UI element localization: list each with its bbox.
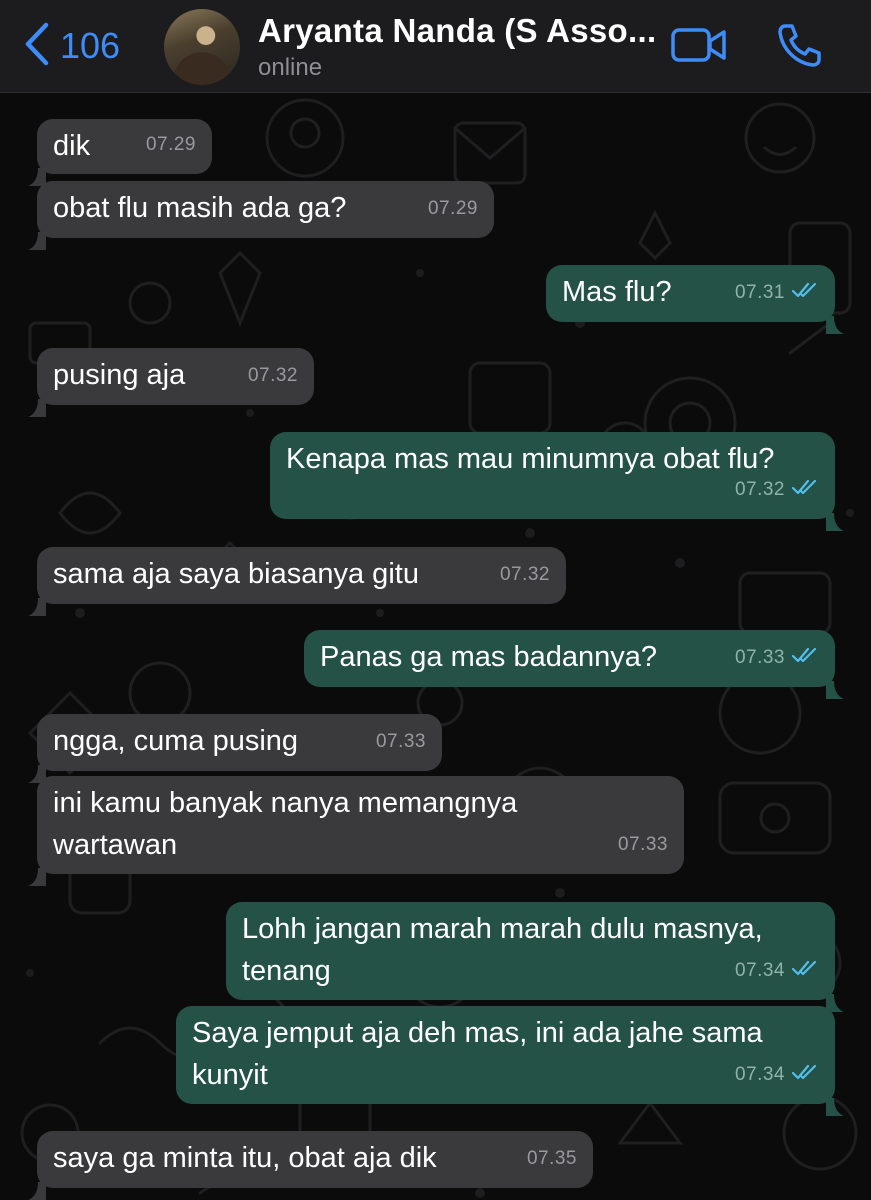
incoming-message[interactable]: sama aja saya biasanya gitu 07.32: [28, 547, 566, 616]
message-time: 07.32: [499, 564, 550, 585]
message-text: Saya jemput aja deh mas, ini ada jahe sa…: [192, 1017, 763, 1091]
double-check-icon: [791, 950, 819, 992]
video-call-button[interactable]: [670, 22, 728, 73]
outgoing-message[interactable]: Lohh jangan marah marah dulu masnya, ten…: [226, 902, 844, 1012]
double-check-icon: [791, 1054, 819, 1096]
bubble-tail: [826, 669, 844, 699]
phone-icon: [776, 24, 822, 72]
message-meta: 07.32: [248, 355, 298, 397]
bubble-tail: [28, 856, 46, 886]
message-time: 07.31: [734, 282, 785, 303]
bubble-tail: [28, 753, 46, 783]
double-check-icon: [791, 637, 819, 679]
back-button[interactable]: 106: [24, 20, 120, 72]
message-time: 07.32: [247, 365, 298, 386]
message-meta: 07.33: [376, 721, 426, 763]
incoming-message[interactable]: obat flu masih ada ga? 07.29: [28, 181, 494, 250]
message-meta: 07.34: [735, 950, 819, 992]
bubble-tail: [826, 304, 844, 334]
message-time: 07.29: [427, 198, 478, 219]
bubble-tail: [28, 1170, 46, 1200]
message-text: obat flu masih ada ga?: [53, 192, 347, 224]
unread-count: 106: [60, 25, 121, 66]
bubble-tail: [826, 982, 844, 1012]
chat-header: 106 Aryanta Nanda (S Asso... online: [0, 0, 871, 93]
message-meta: 07.31: [735, 272, 819, 314]
bubble-tail: [28, 586, 46, 616]
message-time: 07.34: [734, 960, 785, 981]
message-time: 07.32: [734, 479, 785, 500]
message-time: 07.29: [145, 134, 196, 155]
double-check-icon: [791, 469, 819, 511]
incoming-message[interactable]: pusing aja 07.32: [28, 348, 314, 417]
chat-area[interactable]: dik 07.29 obat flu masih ada ga? 07.29 Mas f…: [0, 93, 871, 1200]
contact-status: online: [258, 54, 323, 81]
incoming-message[interactable]: ini kamu banyak nanya memangnya wartawan…: [28, 776, 684, 886]
outgoing-message[interactable]: Panas ga mas badannya? 07.33: [304, 630, 844, 699]
double-check-icon: [791, 272, 819, 314]
message-meta: 07.33: [618, 824, 668, 866]
message-meta: 07.32: [735, 469, 819, 511]
message-time: 07.33: [734, 647, 785, 668]
message-text: saya ga minta itu, obat aja dik: [53, 1142, 437, 1174]
incoming-message[interactable]: ngga, cuma pusing 07.33: [28, 714, 442, 783]
message-text: Lohh jangan marah marah dulu masnya, ten…: [242, 913, 763, 987]
outgoing-message[interactable]: Kenapa mas mau minumnya obat flu? 07.32: [270, 432, 844, 531]
message-time: 07.34: [734, 1064, 785, 1085]
incoming-message[interactable]: saya ga minta itu, obat aja dik 07.35: [28, 1131, 593, 1200]
message-meta: 07.33: [735, 637, 819, 679]
message-text: ngga, cuma pusing: [53, 725, 299, 757]
message-meta: 07.32: [500, 554, 550, 596]
bubble-tail: [28, 156, 46, 186]
avatar[interactable]: [164, 9, 240, 85]
voice-call-button[interactable]: [776, 22, 822, 73]
message-meta: 07.29: [146, 124, 196, 166]
incoming-message[interactable]: dik 07.29: [28, 119, 212, 186]
message-time: 07.35: [526, 1148, 577, 1169]
outgoing-message[interactable]: Mas flu? 07.31: [546, 265, 844, 334]
message-meta: 07.35: [527, 1138, 577, 1180]
message-time: 07.33: [375, 731, 426, 752]
bubble-tail: [28, 387, 46, 417]
bubble-tail: [28, 220, 46, 250]
outgoing-message[interactable]: Saya jemput aja deh mas, ini ada jahe sa…: [176, 1006, 844, 1116]
contact-name[interactable]: Aryanta Nanda (S Asso...: [258, 12, 656, 50]
message-meta: 07.29: [428, 188, 478, 230]
bubble-tail: [826, 501, 844, 531]
message-text: sama aja saya biasanya gitu: [53, 558, 419, 590]
message-text: ini kamu banyak nanya memangnya wartawan: [53, 787, 518, 861]
message-meta: 07.34: [735, 1054, 819, 1096]
message-time: 07.33: [617, 834, 668, 855]
video-camera-icon: [670, 28, 728, 72]
chevron-left-icon: [24, 22, 50, 71]
bubble-tail: [826, 1086, 844, 1116]
